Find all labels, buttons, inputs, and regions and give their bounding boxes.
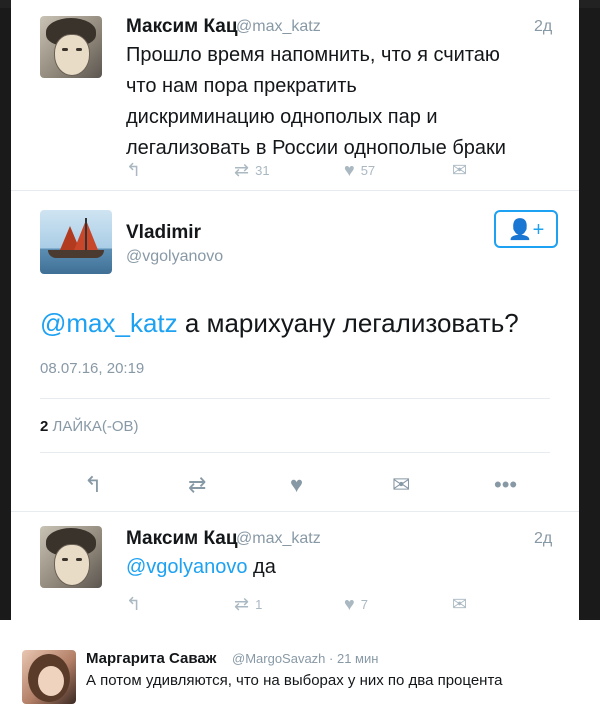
tweet-date[interactable]: 08.07.16, 20:19 xyxy=(40,360,144,377)
commenter-name[interactable]: Маргарита Саваж xyxy=(86,650,216,667)
author-name[interactable]: Максим Кац xyxy=(126,16,238,38)
dm-button[interactable]: ✉ xyxy=(452,594,467,615)
author-handle[interactable]: @max_katz xyxy=(236,18,321,36)
reply-icon: ↰ xyxy=(126,594,142,614)
retweet-icon: ⇄ xyxy=(234,594,250,614)
retweet-icon: ⇄ xyxy=(188,472,207,497)
divider xyxy=(40,398,550,399)
avatar[interactable] xyxy=(40,210,112,274)
retweet-count: 31 xyxy=(255,163,270,178)
envelope-icon: ✉ xyxy=(392,472,411,497)
likes-label: ЛАЙКА(-ОВ) xyxy=(52,418,139,435)
retweet-count: 1 xyxy=(255,597,263,612)
follow-button[interactable]: 👤+ xyxy=(494,210,558,248)
like-button[interactable]: ♥ 7 xyxy=(344,594,368,615)
tweet-text: @vgolyanovo да xyxy=(126,556,276,578)
heart-icon: ♥ xyxy=(344,594,355,614)
avatar[interactable] xyxy=(40,16,102,78)
retweet-button[interactable]: ⇄ 31 xyxy=(234,160,270,181)
mention-link[interactable]: @max_katz xyxy=(40,308,178,338)
tweet-age: 2д xyxy=(534,530,553,547)
like-count: 57 xyxy=(360,163,376,178)
tweet-text: @max_katz а марихуану легализовать? xyxy=(40,308,519,338)
avatar[interactable] xyxy=(40,526,102,588)
divider xyxy=(40,452,550,453)
tweet-age: 2д xyxy=(534,18,553,35)
heart-icon: ♥ xyxy=(290,472,304,497)
more-button[interactable]: ••• xyxy=(494,472,517,498)
like-button[interactable]: ♥ xyxy=(290,472,303,498)
reply-icon: ↰ xyxy=(84,472,103,497)
author-name[interactable]: Vladimir xyxy=(126,222,201,244)
like-button[interactable]: ♥ 57 xyxy=(344,160,375,181)
reply-button[interactable]: ↰ xyxy=(126,160,141,181)
reply-button[interactable]: ↰ xyxy=(84,472,102,498)
envelope-icon: ✉ xyxy=(452,160,468,180)
author-handle[interactable]: @max_katz xyxy=(236,530,321,548)
comment-text: А потом удивляются, что на выборах у них… xyxy=(86,672,503,689)
like-count: 7 xyxy=(360,597,368,612)
likes-count: 2 xyxy=(40,418,49,435)
follow-icon: 👤+ xyxy=(507,218,545,241)
retweet-button[interactable]: ⇄ xyxy=(188,472,206,498)
commenter-handle-and-age: @MargoSavazh · 21 мин xyxy=(232,651,379,666)
mention-link[interactable]: @vgolyanovo xyxy=(126,556,247,578)
tweet-text: Прошло время напомнить, что я считаю что… xyxy=(126,44,506,159)
likes-summary[interactable]: 2 ЛАЙКА(-ОВ) xyxy=(40,418,139,435)
reply-button[interactable]: ↰ xyxy=(126,594,141,615)
retweet-button[interactable]: ⇄ 1 xyxy=(234,594,262,615)
retweet-icon: ⇄ xyxy=(234,160,250,180)
heart-icon: ♥ xyxy=(344,160,355,180)
dm-button[interactable]: ✉ xyxy=(392,472,410,498)
commenter-avatar[interactable] xyxy=(22,650,76,704)
dm-button[interactable]: ✉ xyxy=(452,160,467,181)
author-name[interactable]: Максим Кац xyxy=(126,528,238,550)
envelope-icon: ✉ xyxy=(452,594,468,614)
reply-icon: ↰ xyxy=(126,160,142,180)
author-handle[interactable]: @vgolyanovo xyxy=(126,248,223,266)
more-icon: ••• xyxy=(494,472,518,497)
